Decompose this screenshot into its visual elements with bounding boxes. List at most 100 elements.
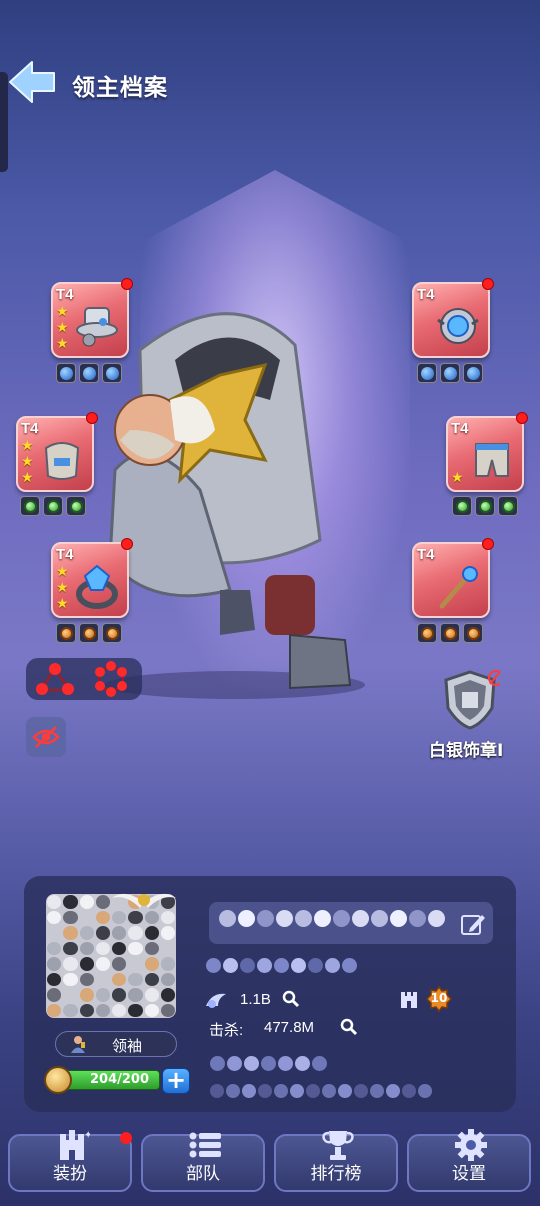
edit-name-icon[interactable] <box>460 912 486 936</box>
gem-icon <box>440 363 460 383</box>
wings-frame-icon <box>112 893 176 908</box>
alliance-name-obscured <box>206 958 357 973</box>
kills-label: 击杀: <box>209 1022 244 1039</box>
search-icon[interactable] <box>340 1018 358 1036</box>
player-name-obscured <box>219 910 445 927</box>
tier-label: T4 <box>417 286 435 303</box>
notification-dot <box>482 538 494 550</box>
equipment-slot-legs[interactable]: T4 ★ <box>446 412 528 492</box>
tab-dress-up[interactable]: ✦ 装扮 <box>8 1130 132 1192</box>
add-stamina-button[interactable]: + <box>162 1068 190 1094</box>
gem-icon <box>79 363 99 383</box>
star-rating-icon: ★ ★ ★ <box>56 304 69 352</box>
equipment-slot-ring[interactable]: T4 ★ ★ ★ <box>51 538 133 618</box>
level-badge: 10 <box>426 986 452 1012</box>
obscured-info <box>210 1084 432 1098</box>
gem-icon <box>475 496 495 516</box>
gem-icon <box>20 496 40 516</box>
gem-icon <box>498 496 518 516</box>
gem-icon <box>56 623 76 643</box>
leg-armor-icon <box>475 443 509 477</box>
gem-icon <box>452 496 472 516</box>
equipment-slot-armor[interactable]: T4 ★ ★ ★ <box>16 412 98 492</box>
tier-label: T4 <box>56 546 74 563</box>
formation-selector[interactable] <box>26 658 142 700</box>
role-label: 领袖 <box>112 1037 143 1055</box>
eye-hidden-icon <box>32 726 60 748</box>
castle-icon: ✦ <box>60 1130 90 1160</box>
gem-icon <box>102 363 122 383</box>
gem-icon <box>79 623 99 643</box>
gem-sockets-legs <box>452 496 518 516</box>
gem-sockets-armor <box>20 496 86 516</box>
tab-leaderboard[interactable]: 排行榜 <box>274 1131 398 1192</box>
stamina-value: 204/200 <box>90 1072 150 1087</box>
bottom-tab-bar: ✦ 装扮 部队 排行榜 设置 <box>0 1129 540 1196</box>
badge-label: 白银饰章I <box>429 741 504 761</box>
trophy-icon <box>322 1131 354 1160</box>
tier-label: T4 <box>56 286 74 303</box>
list-icon <box>189 1132 221 1158</box>
orb-amulet-icon <box>437 308 479 344</box>
tab-label: 装扮 <box>53 1164 87 1184</box>
gem-sockets-orb <box>417 363 483 383</box>
role-chip: 领袖 <box>55 1031 177 1057</box>
star-rating-icon: ★ ★ ★ <box>56 564 69 612</box>
gem-icon <box>66 496 86 516</box>
player-name-field <box>209 902 493 944</box>
notification-dot <box>121 538 133 550</box>
notification-dot <box>516 412 528 424</box>
gem-icon <box>463 623 483 643</box>
power-icon <box>206 993 226 1008</box>
notification-dot <box>121 278 133 290</box>
tab-troops[interactable]: 部队 <box>141 1132 265 1192</box>
tab-label: 部队 <box>186 1164 220 1184</box>
triangle-formation-icon[interactable] <box>36 663 74 695</box>
level-value: 10 <box>430 991 448 1005</box>
top-bar: 领主档案 <box>0 50 540 114</box>
gem-sockets-helmet <box>56 363 122 383</box>
gear-icon <box>455 1129 487 1161</box>
gem-icon <box>417 623 437 643</box>
page-title: 领主档案 <box>72 75 168 101</box>
equipment-slot-scepter[interactable]: T4 <box>412 538 494 618</box>
equipment-slot-orb[interactable]: T4 <box>412 278 494 358</box>
star-rating-icon: ★ ★ ★ <box>21 438 34 486</box>
search-icon[interactable] <box>282 990 300 1008</box>
stamina-icon <box>44 1066 72 1094</box>
notification-dot <box>482 278 494 290</box>
gem-icon <box>43 496 63 516</box>
gem-icon <box>56 363 76 383</box>
tier-label: T4 <box>417 546 435 563</box>
svg-text:✦: ✦ <box>84 1130 90 1141</box>
tab-label: 设置 <box>452 1164 486 1184</box>
obscured-info <box>210 1056 327 1071</box>
castle-icon <box>401 992 417 1008</box>
tab-settings[interactable]: 设置 <box>407 1129 531 1192</box>
stamina-bar: 204/200 <box>44 1066 162 1094</box>
circle-formation-icon[interactable] <box>90 661 132 697</box>
scepter-icon <box>439 566 478 609</box>
hide-equipment-button[interactable] <box>26 717 66 757</box>
tier-label: T4 <box>21 420 39 437</box>
chest-armor-icon <box>44 442 80 480</box>
gem-icon <box>417 363 437 383</box>
notification-dot <box>86 412 98 424</box>
gem-icon <box>440 623 460 643</box>
tab-label: 排行榜 <box>310 1164 362 1184</box>
kills-value: 477.8M <box>264 1019 315 1036</box>
leader-icon <box>71 1036 85 1053</box>
hat-icon <box>76 307 118 347</box>
gem-icon <box>463 363 483 383</box>
tier-label: T4 <box>451 420 469 437</box>
equipment-slot-helmet[interactable]: T4 ★ ★ ★ <box>51 278 133 358</box>
star-rating-icon: ★ <box>451 470 464 486</box>
ring-icon <box>76 564 118 609</box>
silver-badge-icon[interactable] <box>440 668 500 732</box>
lord-character[interactable] <box>90 290 380 700</box>
gem-sockets-ring <box>56 623 122 643</box>
back-arrow-icon[interactable] <box>8 60 58 104</box>
power-value: 1.1B <box>240 991 271 1008</box>
notification-dot <box>120 1132 132 1144</box>
gem-sockets-scepter <box>417 623 483 643</box>
